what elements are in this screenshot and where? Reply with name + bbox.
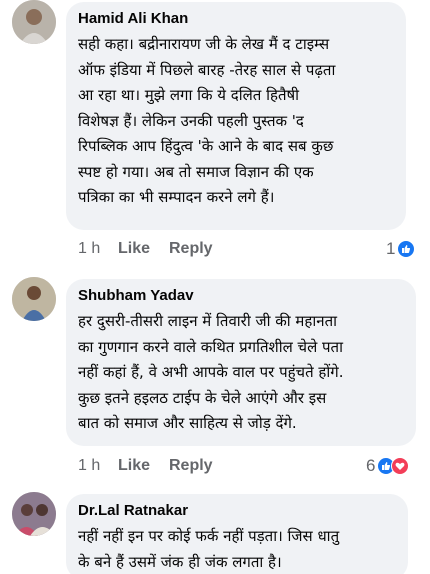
comment-author[interactable]: Dr.Lal Ratnakar: [78, 502, 394, 520]
reply-button[interactable]: Reply: [169, 457, 213, 475]
comment-text: सही कहा। बद्रीनारायण जी के लेख मैं द टाइ…: [78, 32, 392, 211]
comment-text: नहीं नहीं इन पर कोई फर्क नहीं पड़ता। जिस…: [78, 524, 394, 574]
comment-line: ऑफ इंडिया में पिछले बारह -तेरह साल से पढ…: [78, 60, 336, 79]
love-icon: [391, 457, 410, 475]
like-button[interactable]: Like: [118, 457, 169, 475]
comment-line: रिपब्लिक आप हिंदुत्व 'के आने के बाद सब क…: [78, 137, 334, 155]
comment-actions: 1 h Like Reply: [78, 455, 213, 477]
comment-line: बात को समाज और साहित्य से जोड़ देंगे.: [78, 414, 297, 432]
comment-text: हर दुसरी-तीसरी लाइन में तिवारी जी की महा…: [78, 309, 402, 437]
like-icon: [397, 240, 416, 258]
timestamp[interactable]: 1 h: [78, 457, 118, 475]
comment-line: नहीं कहां हैं, वे अभी आपके वाल पर पहुंचत…: [78, 363, 344, 381]
timestamp[interactable]: 1 h: [78, 240, 118, 258]
comment-author[interactable]: Hamid Ali Khan: [78, 10, 392, 28]
comment-line: कुछ इतने हइलठ टाईप के चेले आएंगे और इस: [78, 388, 327, 407]
avatar[interactable]: [12, 277, 56, 321]
comment-line: पत्रिका का भी सम्पादन करने लगे हैं।: [78, 188, 275, 206]
comment-line: विशेषज्ञ हैं। लेकिन उनकी पहली पुस्तक 'द: [78, 111, 304, 130]
comment-line: आ रहा था। मुझे लगा कि ये दलित हितैषी: [78, 86, 300, 104]
comment-bubble: Dr.Lal Ratnakar नहीं नहीं इन पर कोई फर्क…: [66, 494, 408, 574]
comment-author[interactable]: Shubham Yadav: [78, 287, 402, 305]
comment-bubble: Shubham Yadav हर दुसरी-तीसरी लाइन में ति…: [66, 279, 416, 446]
comment-line: के बने हैं उसमें जंक ही जंक लगता है।: [78, 552, 282, 571]
comment-line: का गुणगान करने वाले कथित प्रगतिशील चेले …: [78, 337, 343, 356]
comment-line: स्पष्ट हो गया। अब तो समाज विज्ञान की एक: [78, 162, 314, 181]
comment-line: हर दुसरी-तीसरी लाइन में तिवारी जी की महा…: [78, 312, 338, 330]
comment-actions: 1 h Like Reply: [78, 238, 213, 260]
comment-line: सही कहा। बद्रीनारायण जी के लेख मैं द टाइ…: [78, 35, 330, 53]
comment-line: नहीं नहीं इन पर कोई फर्क नहीं पड़ता। जिस…: [78, 527, 340, 545]
like-button[interactable]: Like: [118, 240, 169, 258]
comment-bubble: Hamid Ali Khan सही कहा। बद्रीनारायण जी क…: [66, 2, 406, 230]
reaction-count: 6: [366, 456, 376, 475]
reaction-summary[interactable]: 6: [366, 455, 410, 477]
avatar[interactable]: [12, 492, 56, 536]
reaction-count: 1: [386, 239, 396, 258]
reply-button[interactable]: Reply: [169, 240, 213, 258]
avatar[interactable]: [12, 0, 56, 44]
reaction-summary[interactable]: 1: [386, 238, 416, 260]
